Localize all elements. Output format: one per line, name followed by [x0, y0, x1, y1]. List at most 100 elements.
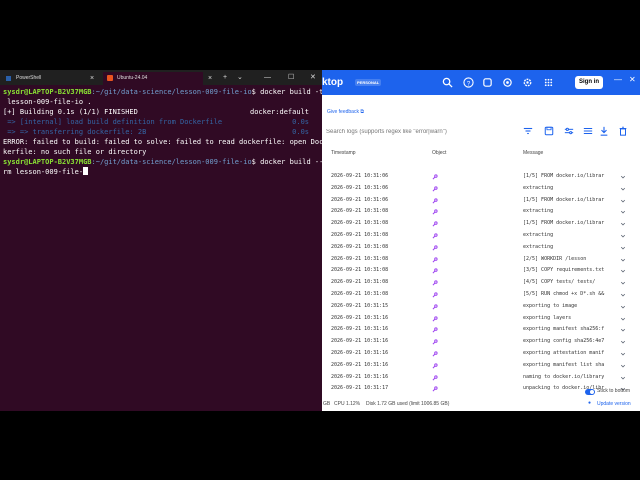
settings-sliders-icon[interactable]	[564, 126, 574, 136]
search-icon[interactable]	[442, 77, 453, 88]
close-window-button[interactable]: ✕	[310, 73, 316, 82]
log-row[interactable]: 2026-09-21 10:31:16 exporting manifest sh…	[322, 324, 640, 336]
chevron-down-icon[interactable]	[620, 186, 626, 192]
chevron-down-icon[interactable]	[620, 209, 626, 215]
log-row[interactable]: 2026-09-21 10:31:08 [1/5] FROM docker.io/…	[322, 218, 640, 230]
chevron-down-icon[interactable]	[620, 363, 626, 369]
build-object-icon[interactable]	[432, 257, 438, 263]
chevron-down-icon[interactable]	[620, 375, 626, 381]
log-row[interactable]: 2026-09-21 10:31:06 extracting	[322, 183, 640, 195]
log-message: [4/5] COPY tests/ tests/	[523, 279, 596, 286]
download-icon[interactable]	[599, 126, 609, 136]
chevron-down-icon[interactable]	[620, 257, 626, 263]
log-row[interactable]: 2026-09-21 10:31:06 [1/5] FROM docker.io/…	[322, 195, 640, 207]
tab-ubuntu[interactable]: Ubuntu-24.04 ×	[103, 72, 212, 85]
search-logs-input[interactable]	[326, 127, 484, 137]
log-row[interactable]: 2026-09-21 10:31:08 [4/5] COPY tests/ tes…	[322, 277, 640, 289]
chevron-down-icon[interactable]	[620, 174, 626, 180]
chevron-down-icon[interactable]	[620, 327, 626, 333]
learning-icon[interactable]	[502, 77, 513, 88]
log-message: [2/5] WORKDIR /lesson	[523, 255, 587, 262]
log-timestamp: 2026-09-21 10:31:16	[331, 326, 389, 333]
build-object-icon[interactable]	[432, 280, 438, 286]
log-timestamp: 2026-09-21 10:31:16	[331, 314, 389, 321]
build-object-icon[interactable]	[432, 292, 438, 298]
filter-icon[interactable]	[523, 126, 533, 136]
column-header-message[interactable]: Message	[523, 150, 543, 156]
grid-icon[interactable]	[543, 77, 554, 88]
chevron-down-icon[interactable]	[620, 221, 626, 227]
sign-in-button[interactable]: Sign in	[575, 76, 603, 89]
build-object-icon[interactable]	[432, 233, 438, 239]
chevron-down-icon[interactable]	[620, 304, 626, 310]
build-object-icon[interactable]	[432, 245, 438, 251]
build-object-icon[interactable]	[432, 327, 438, 333]
build-object-icon[interactable]	[432, 386, 438, 392]
build-object-icon[interactable]	[432, 209, 438, 215]
log-row[interactable]: 2026-09-21 10:31:15 exporting to image	[322, 301, 640, 313]
build-object-icon[interactable]	[432, 198, 438, 204]
log-row[interactable]: 2026-09-21 10:31:16 exporting config sha2…	[322, 336, 640, 348]
log-row[interactable]: 2026-09-21 10:31:08 extracting	[322, 242, 640, 254]
chevron-down-icon[interactable]	[620, 268, 626, 274]
build-object-icon[interactable]	[432, 363, 438, 369]
log-message: exporting to image	[523, 302, 578, 309]
log-row[interactable]: 2026-09-21 10:31:08 extracting	[322, 230, 640, 242]
close-icon[interactable]: ×	[90, 72, 94, 85]
log-message: [3/5] COPY requirements.txt	[523, 267, 605, 274]
chevron-down-icon[interactable]	[620, 245, 626, 251]
log-row[interactable]: 2026-09-21 10:31:16 exporting attestation…	[322, 348, 640, 360]
chevron-down-icon[interactable]	[620, 351, 626, 357]
chevron-down-icon[interactable]	[620, 316, 626, 322]
terminal-line: ERROR: failed to build: failed to solve:…	[3, 138, 324, 146]
new-tab-button[interactable]: +	[223, 73, 227, 82]
column-header-object[interactable]: Object	[432, 150, 446, 156]
log-message: extracting	[523, 184, 554, 191]
column-header-timestamp[interactable]: Timestamp	[331, 150, 356, 156]
build-object-icon[interactable]	[432, 351, 438, 357]
extensions-icon[interactable]	[482, 77, 493, 88]
minimize-button[interactable]: —	[264, 73, 271, 82]
help-icon[interactable]: ?	[463, 77, 474, 88]
log-row[interactable]: 2026-09-21 10:31:08 [2/5] WORKDIR /lesson	[322, 254, 640, 266]
chevron-down-icon[interactable]	[620, 339, 626, 345]
log-row[interactable]: 2026-09-21 10:31:16 exporting layers	[322, 313, 640, 325]
build-object-icon[interactable]	[432, 186, 438, 192]
close-icon[interactable]: ×	[208, 72, 212, 85]
close-window-button[interactable]: ✕	[629, 75, 636, 84]
log-timestamp: 2026-09-21 10:31:08	[331, 267, 389, 274]
gear-icon[interactable]	[522, 77, 533, 88]
chevron-down-icon[interactable]	[620, 280, 626, 286]
log-row[interactable]: 2026-09-21 10:31:08 [3/5] COPY requiremen…	[322, 265, 640, 277]
log-timestamp: 2026-09-21 10:31:08	[331, 243, 389, 250]
build-object-icon[interactable]	[432, 221, 438, 227]
log-row[interactable]: 2026-09-21 10:31:08 [5/5] RUN chmod +x D*…	[322, 289, 640, 301]
chevron-down-icon[interactable]	[620, 198, 626, 204]
build-object-icon[interactable]	[432, 174, 438, 180]
terminal-line[interactable]: rm lesson-009-file-	[3, 167, 89, 177]
terminal-window[interactable]: PowerShell × Ubuntu-24.04 × + ⌄ — ☐ ✕ sy…	[0, 70, 324, 411]
log-message: extracting	[523, 243, 554, 250]
save-icon[interactable]	[544, 126, 554, 136]
update-version-link[interactable]: Update version	[597, 401, 631, 407]
stick-to-bottom-toggle[interactable]	[585, 389, 595, 395]
log-row[interactable]: 2026-09-21 10:31:06 [1/5] FROM docker.io/…	[322, 171, 640, 183]
give-feedback-link[interactable]: Give feedback ⧉	[327, 109, 364, 115]
build-object-icon[interactable]	[432, 304, 438, 310]
maximize-button[interactable]: ☐	[288, 73, 294, 82]
log-row[interactable]: 2026-09-21 10:31:16 naming to docker.io/l…	[322, 372, 640, 384]
chevron-down-icon[interactable]	[620, 292, 626, 298]
build-object-icon[interactable]	[432, 268, 438, 274]
minimize-button[interactable]: —	[614, 75, 622, 84]
build-object-icon[interactable]	[432, 316, 438, 322]
build-object-icon[interactable]	[432, 339, 438, 345]
log-row[interactable]: 2026-09-21 10:31:08 extracting	[322, 206, 640, 218]
lines-icon[interactable]	[583, 126, 593, 136]
build-object-icon[interactable]	[432, 375, 438, 381]
chevron-down-icon[interactable]	[620, 233, 626, 239]
log-row[interactable]: 2026-09-21 10:31:16 exporting manifest li…	[322, 360, 640, 372]
tab-powershell[interactable]: PowerShell ×	[2, 72, 100, 85]
chevron-down-icon[interactable]: ⌄	[237, 73, 243, 82]
log-message: exporting manifest sha256:f	[523, 326, 605, 333]
trash-icon[interactable]	[618, 126, 628, 136]
